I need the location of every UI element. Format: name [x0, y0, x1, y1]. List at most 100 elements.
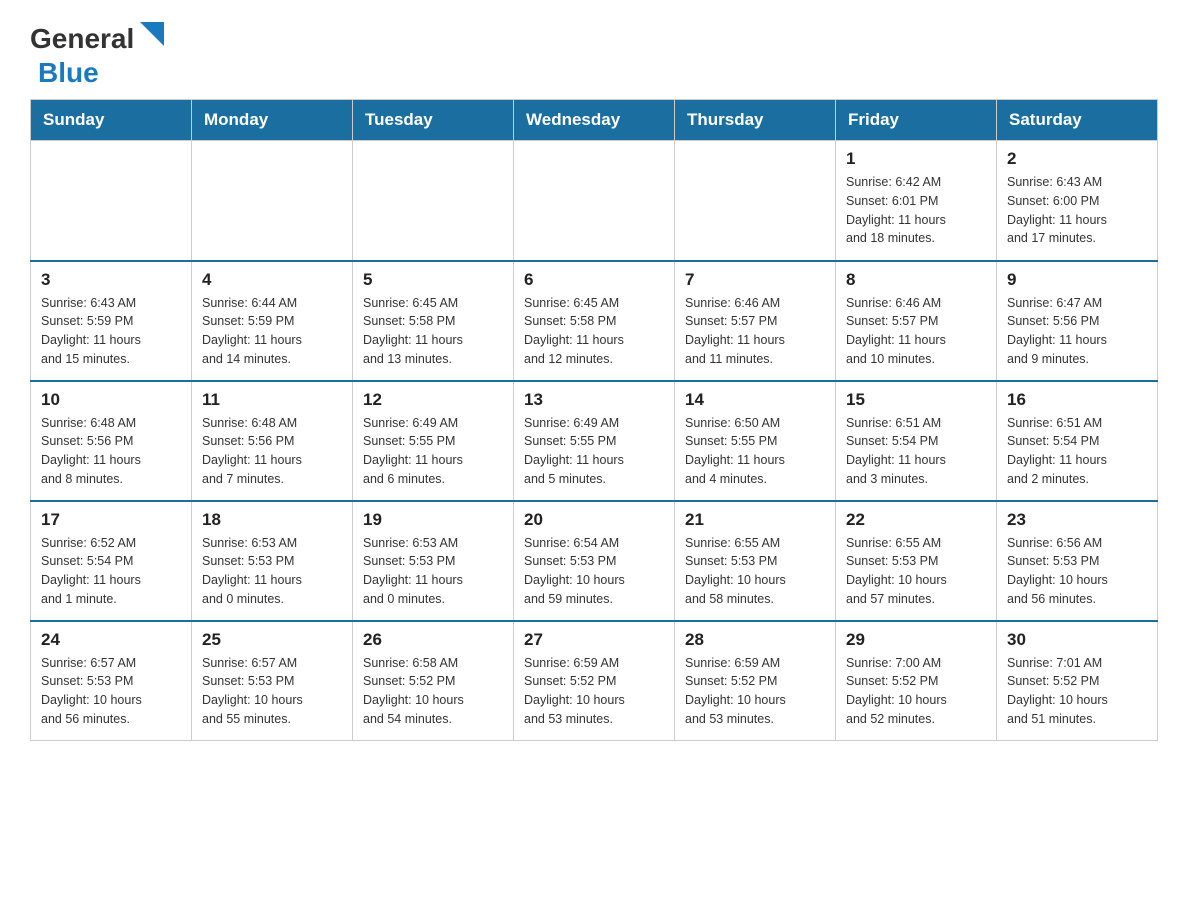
day-number: 3: [41, 270, 181, 290]
day-number: 2: [1007, 149, 1147, 169]
calendar-cell: 2Sunrise: 6:43 AM Sunset: 6:00 PM Daylig…: [997, 141, 1158, 261]
calendar-cell: 5 Sunrise: 6:45 AM Sunset: 5:58 PM Daylig…: [353, 261, 514, 381]
day-info: Sunrise: 6:47 AM Sunset: 5:56 PM Dayligh…: [1007, 294, 1147, 369]
calendar-cell: 11 Sunrise: 6:48 AM Sunset: 5:56 PM Dayli…: [192, 381, 353, 501]
calendar-cell: 19 Sunrise: 6:53 AM Sunset: 5:53 PM Dayli…: [353, 501, 514, 621]
day-number: 27: [524, 630, 664, 650]
day-number: 26: [363, 630, 503, 650]
calendar-cell: 4 Sunrise: 6:44 AM Sunset: 5:59 PM Daylig…: [192, 261, 353, 381]
calendar-header-row: SundayMondayTuesdayWednesdayThursdayFrid…: [31, 100, 1158, 141]
day-number: 6: [524, 270, 664, 290]
calendar-cell: 6 Sunrise: 6:45 AM Sunset: 5:58 PM Daylig…: [514, 261, 675, 381]
day-info: Sunrise: 6:50 AM Sunset: 5:55 PM Dayligh…: [685, 414, 825, 489]
day-info: Sunrise: 6:48 AM Sunset: 5:56 PM Dayligh…: [202, 414, 342, 489]
weekday-header-tuesday: Tuesday: [353, 100, 514, 141]
day-info: Sunrise: 6:55 AM Sunset: 5:53 PM Dayligh…: [685, 534, 825, 609]
calendar-week-row: 24 Sunrise: 6:57 AM Sunset: 5:53 PM Dayli…: [31, 621, 1158, 741]
day-info: Sunrise: 6:45 AM Sunset: 5:58 PM Dayligh…: [363, 294, 503, 369]
day-number: 28: [685, 630, 825, 650]
day-number: 25: [202, 630, 342, 650]
day-info: Sunrise: 6:59 AM Sunset: 5:52 PM Dayligh…: [685, 654, 825, 729]
calendar-cell: [353, 141, 514, 261]
logo: General Blue: [30, 20, 164, 89]
calendar-week-row: 10 Sunrise: 6:48 AM Sunset: 5:56 PM Dayli…: [31, 381, 1158, 501]
weekday-header-friday: Friday: [836, 100, 997, 141]
logo-blue: Blue: [38, 57, 99, 88]
calendar-week-row: 1Sunrise: 6:42 AM Sunset: 6:01 PM Daylig…: [31, 141, 1158, 261]
calendar-cell: 20 Sunrise: 6:54 AM Sunset: 5:53 PM Dayli…: [514, 501, 675, 621]
day-number: 15: [846, 390, 986, 410]
day-number: 4: [202, 270, 342, 290]
day-info: Sunrise: 6:58 AM Sunset: 5:52 PM Dayligh…: [363, 654, 503, 729]
day-number: 5: [363, 270, 503, 290]
calendar-cell: 3 Sunrise: 6:43 AM Sunset: 5:59 PM Daylig…: [31, 261, 192, 381]
day-number: 16: [1007, 390, 1147, 410]
day-info: Sunrise: 6:57 AM Sunset: 5:53 PM Dayligh…: [41, 654, 181, 729]
weekday-header-monday: Monday: [192, 100, 353, 141]
calendar-cell: 7Sunrise: 6:46 AM Sunset: 5:57 PM Daylig…: [675, 261, 836, 381]
calendar-cell: 22 Sunrise: 6:55 AM Sunset: 5:53 PM Dayli…: [836, 501, 997, 621]
day-number: 13: [524, 390, 664, 410]
calendar-cell: 10Sunrise: 6:48 AM Sunset: 5:56 PM Dayli…: [31, 381, 192, 501]
day-info: Sunrise: 6:51 AM Sunset: 5:54 PM Dayligh…: [1007, 414, 1147, 489]
calendar-cell: 24 Sunrise: 6:57 AM Sunset: 5:53 PM Dayli…: [31, 621, 192, 741]
calendar-cell: 16 Sunrise: 6:51 AM Sunset: 5:54 PM Dayli…: [997, 381, 1158, 501]
day-number: 30: [1007, 630, 1147, 650]
calendar-cell: [514, 141, 675, 261]
day-info: Sunrise: 6:53 AM Sunset: 5:53 PM Dayligh…: [202, 534, 342, 609]
day-number: 14: [685, 390, 825, 410]
day-number: 10: [41, 390, 181, 410]
day-number: 22: [846, 510, 986, 530]
day-info: Sunrise: 6:55 AM Sunset: 5:53 PM Dayligh…: [846, 534, 986, 609]
calendar-cell: 18 Sunrise: 6:53 AM Sunset: 5:53 PM Dayli…: [192, 501, 353, 621]
day-number: 23: [1007, 510, 1147, 530]
logo-arrow-icon: [136, 22, 164, 52]
day-number: 11: [202, 390, 342, 410]
day-info: Sunrise: 6:54 AM Sunset: 5:53 PM Dayligh…: [524, 534, 664, 609]
calendar-cell: 1Sunrise: 6:42 AM Sunset: 6:01 PM Daylig…: [836, 141, 997, 261]
day-info: Sunrise: 6:53 AM Sunset: 5:53 PM Dayligh…: [363, 534, 503, 609]
calendar-cell: 28 Sunrise: 6:59 AM Sunset: 5:52 PM Dayli…: [675, 621, 836, 741]
calendar-cell: 17 Sunrise: 6:52 AM Sunset: 5:54 PM Dayli…: [31, 501, 192, 621]
calendar-cell: 9Sunrise: 6:47 AM Sunset: 5:56 PM Daylig…: [997, 261, 1158, 381]
calendar-cell: 26 Sunrise: 6:58 AM Sunset: 5:52 PM Dayli…: [353, 621, 514, 741]
day-number: 1: [846, 149, 986, 169]
day-number: 21: [685, 510, 825, 530]
calendar-cell: 21 Sunrise: 6:55 AM Sunset: 5:53 PM Dayli…: [675, 501, 836, 621]
day-info: Sunrise: 7:01 AM Sunset: 5:52 PM Dayligh…: [1007, 654, 1147, 729]
day-number: 19: [363, 510, 503, 530]
day-info: Sunrise: 6:44 AM Sunset: 5:59 PM Dayligh…: [202, 294, 342, 369]
calendar-cell: 15 Sunrise: 6:51 AM Sunset: 5:54 PM Dayli…: [836, 381, 997, 501]
day-info: Sunrise: 6:49 AM Sunset: 5:55 PM Dayligh…: [524, 414, 664, 489]
day-number: 12: [363, 390, 503, 410]
calendar-cell: 8 Sunrise: 6:46 AM Sunset: 5:57 PM Daylig…: [836, 261, 997, 381]
day-info: Sunrise: 6:57 AM Sunset: 5:53 PM Dayligh…: [202, 654, 342, 729]
day-number: 18: [202, 510, 342, 530]
weekday-header-thursday: Thursday: [675, 100, 836, 141]
day-info: Sunrise: 6:45 AM Sunset: 5:58 PM Dayligh…: [524, 294, 664, 369]
day-info: Sunrise: 6:43 AM Sunset: 5:59 PM Dayligh…: [41, 294, 181, 369]
calendar-cell: 29Sunrise: 7:00 AM Sunset: 5:52 PM Dayli…: [836, 621, 997, 741]
calendar-week-row: 3 Sunrise: 6:43 AM Sunset: 5:59 PM Daylig…: [31, 261, 1158, 381]
weekday-header-wednesday: Wednesday: [514, 100, 675, 141]
calendar-cell: [192, 141, 353, 261]
calendar-cell: 13 Sunrise: 6:49 AM Sunset: 5:55 PM Dayli…: [514, 381, 675, 501]
day-number: 20: [524, 510, 664, 530]
day-number: 17: [41, 510, 181, 530]
page-header: General Blue: [30, 20, 1158, 89]
day-info: Sunrise: 6:52 AM Sunset: 5:54 PM Dayligh…: [41, 534, 181, 609]
day-info: Sunrise: 6:51 AM Sunset: 5:54 PM Dayligh…: [846, 414, 986, 489]
calendar-cell: 30 Sunrise: 7:01 AM Sunset: 5:52 PM Dayli…: [997, 621, 1158, 741]
calendar-cell: [675, 141, 836, 261]
calendar-cell: 12Sunrise: 6:49 AM Sunset: 5:55 PM Dayli…: [353, 381, 514, 501]
day-info: Sunrise: 6:46 AM Sunset: 5:57 PM Dayligh…: [846, 294, 986, 369]
day-info: Sunrise: 6:59 AM Sunset: 5:52 PM Dayligh…: [524, 654, 664, 729]
calendar-cell: 25 Sunrise: 6:57 AM Sunset: 5:53 PM Dayli…: [192, 621, 353, 741]
calendar-cell: 23Sunrise: 6:56 AM Sunset: 5:53 PM Dayli…: [997, 501, 1158, 621]
day-number: 29: [846, 630, 986, 650]
day-number: 24: [41, 630, 181, 650]
day-number: 8: [846, 270, 986, 290]
calendar-week-row: 17 Sunrise: 6:52 AM Sunset: 5:54 PM Dayli…: [31, 501, 1158, 621]
weekday-header-sunday: Sunday: [31, 100, 192, 141]
weekday-header-saturday: Saturday: [997, 100, 1158, 141]
